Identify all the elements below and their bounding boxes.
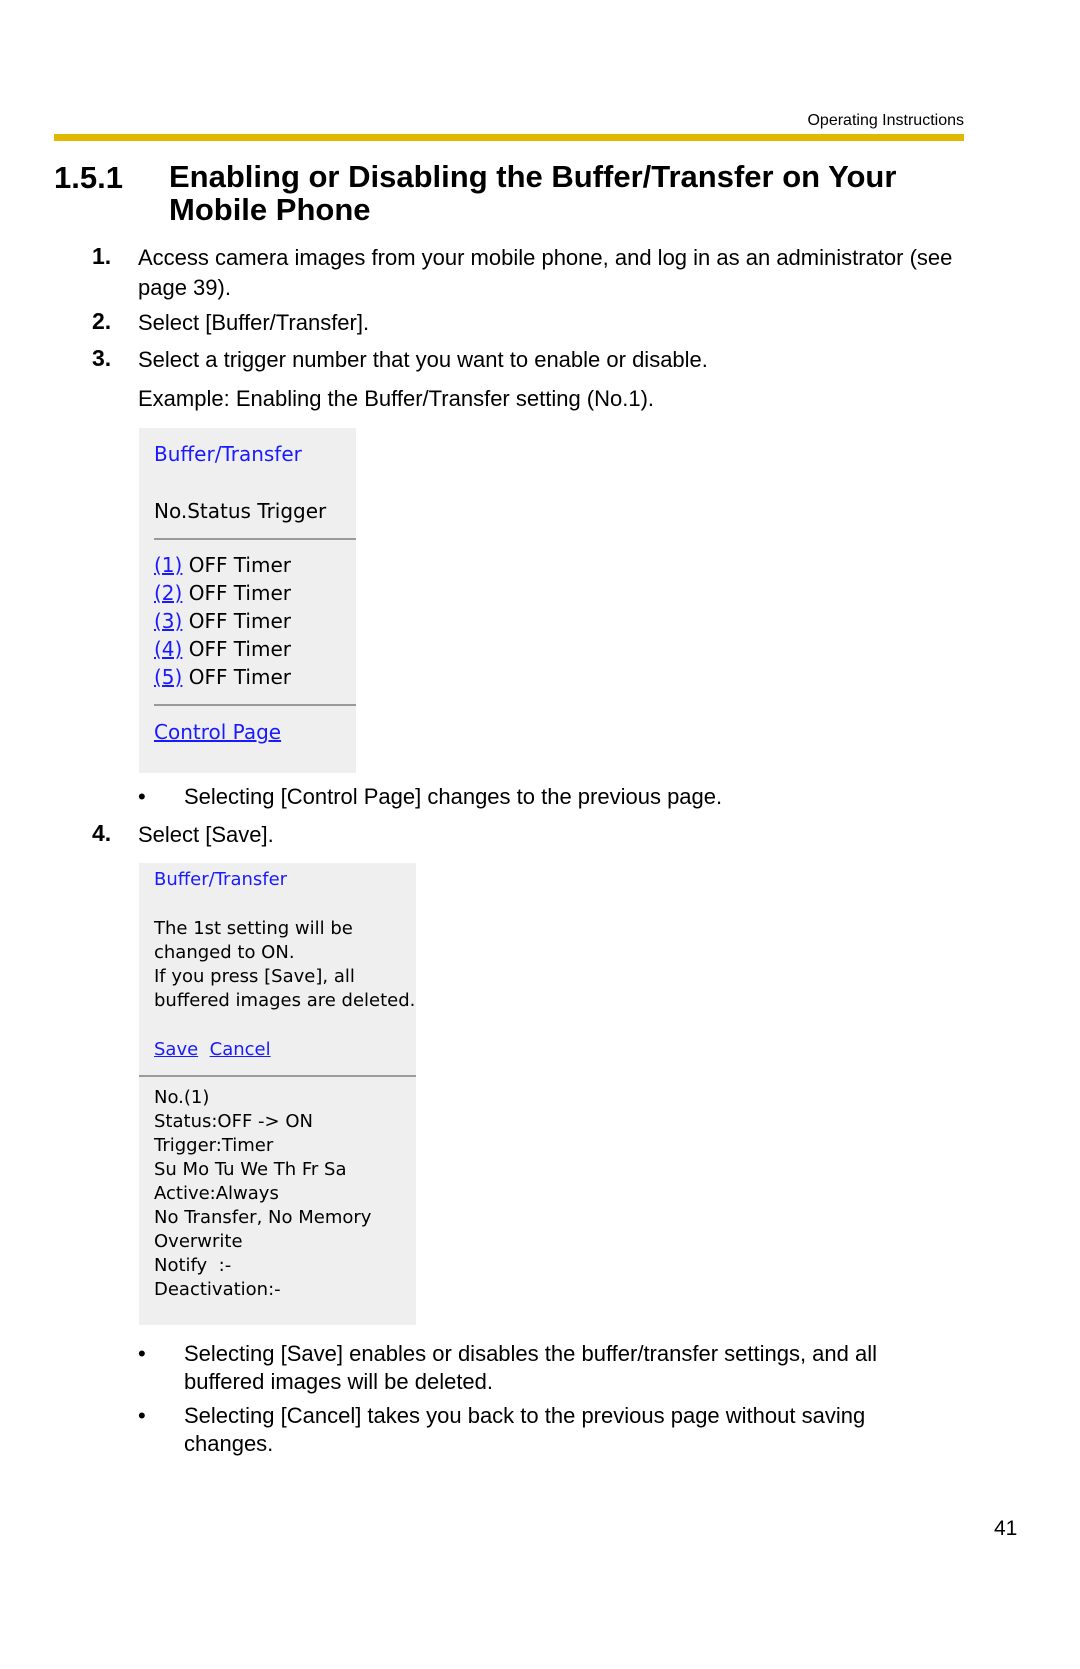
bullet-text: Selecting [Cancel] takes you back to the… [184, 1403, 866, 1456]
trigger-link-3[interactable]: (3) [154, 609, 182, 633]
trigger-link-4[interactable]: (4) [154, 637, 182, 661]
bullet-text: Selecting [Save] enables or disables the… [184, 1341, 878, 1394]
row-text: OFF Timer [188, 553, 291, 577]
bullet-text: Selecting [Control Page] changes to the … [184, 784, 723, 809]
section-number: 1.5.1 [54, 160, 123, 195]
divider [154, 704, 356, 706]
message-line: changed to ON. [154, 942, 295, 963]
step-number: 3. [92, 345, 112, 371]
step-number: 4. [92, 820, 112, 846]
trigger-link-1[interactable]: (1) [154, 553, 182, 577]
section-title: Enabling or Disabling the Buffer/Transfe… [169, 159, 897, 227]
list-item: (1) OFF Timer [154, 553, 291, 577]
row-text: OFF Timer [188, 637, 291, 661]
detail-line: Status:OFF -> ON [154, 1111, 313, 1132]
cancel-link[interactable]: Cancel [210, 1039, 271, 1060]
message-line: If you press [Save], all [154, 966, 355, 987]
save-link[interactable]: Save [154, 1039, 198, 1060]
example-text: Example: Enabling the Buffer/Transfer se… [138, 386, 655, 411]
list-item: (5) OFF Timer [154, 665, 291, 689]
step-text: Select a trigger number that you want to… [138, 347, 708, 372]
header-label: Operating Instructions [807, 112, 964, 129]
trigger-link-2[interactable]: (2) [154, 581, 182, 605]
step-number: 2. [92, 308, 112, 334]
step-text: Access camera images from your mobile ph… [138, 245, 953, 300]
detail-line: Notify :- [154, 1255, 232, 1276]
control-page-link[interactable]: Control Page [154, 720, 281, 744]
list-item: (3) OFF Timer [154, 609, 291, 633]
header-rule [54, 134, 964, 141]
screen-buffer-list: Buffer/Transfer No.Status Trigger (1) OF… [139, 428, 356, 773]
list-item: (2) OFF Timer [154, 581, 291, 605]
list-header: No.Status Trigger [154, 499, 327, 523]
step-text: Select [Buffer/Transfer]. [138, 310, 370, 335]
row-text: OFF Timer [188, 581, 291, 605]
list-item: (4) OFF Timer [154, 637, 291, 661]
detail-line: No.(1) [154, 1087, 210, 1108]
row-text: OFF Timer [188, 665, 291, 689]
screen-title: Buffer/Transfer [154, 869, 288, 890]
detail-line: Deactivation:- [154, 1279, 281, 1300]
step-text: Select [Save]. [138, 822, 274, 847]
detail-line: No Transfer, No Memory [154, 1207, 372, 1228]
divider [154, 538, 356, 540]
screen-title: Buffer/Transfer [154, 442, 302, 466]
row-text: OFF Timer [188, 609, 291, 633]
detail-line: Overwrite [154, 1231, 243, 1252]
screen-save-confirm: Buffer/Transfer The 1st setting will be … [139, 863, 416, 1325]
detail-line: Active:Always [154, 1183, 279, 1204]
divider [139, 1075, 416, 1077]
action-links: Save Cancel [154, 1039, 271, 1060]
message-line: buffered images are deleted. [154, 990, 416, 1011]
detail-line: Trigger:Timer [154, 1135, 274, 1156]
step-number: 1. [92, 243, 112, 269]
trigger-link-5[interactable]: (5) [154, 665, 182, 689]
detail-line: Su Mo Tu We Th Fr Sa [154, 1159, 347, 1180]
page-number: 41 [994, 1517, 1018, 1540]
message-line: The 1st setting will be [154, 918, 353, 939]
